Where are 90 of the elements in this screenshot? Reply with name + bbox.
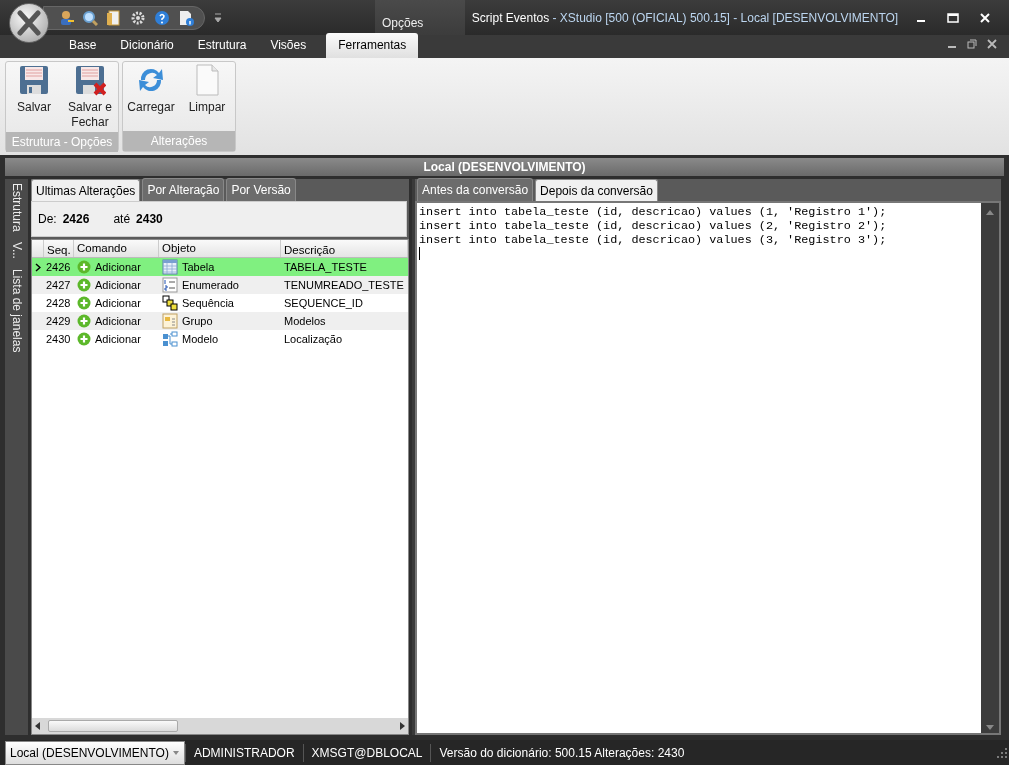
table-cell-text: Adicionar	[95, 277, 141, 293]
table-cell-text: Adicionar	[95, 331, 141, 347]
add-icon	[77, 296, 91, 310]
user-key-icon[interactable]	[58, 9, 74, 26]
table-row[interactable]: 2428 Adicionar Sequência SEQUENCE_ID	[32, 294, 408, 312]
ribbon-button[interactable]: Salvar e Fechar	[62, 62, 118, 132]
ribbon-group-label: Estrutura - Opções	[6, 132, 118, 152]
add-icon	[77, 332, 91, 346]
resize-grip-icon[interactable]	[995, 745, 1009, 760]
table-cell-text: Grupo	[182, 313, 213, 329]
ribbon-tab[interactable]: Estrutura	[185, 33, 259, 58]
table-row[interactable]: 2427 Adicionar Enumerado TENUMREADO_TESTE	[32, 276, 408, 294]
table-icon	[162, 259, 178, 275]
text-cursor	[419, 247, 420, 260]
add-icon	[77, 314, 91, 328]
search-icon[interactable]	[82, 9, 98, 26]
table-cell-text: Localização	[283, 331, 344, 347]
folder-list-icon	[162, 313, 178, 329]
table-cell-text: Modelos	[283, 313, 327, 329]
tab[interactable]: Depois da conversão	[535, 179, 658, 201]
numbered-list-icon	[162, 277, 178, 293]
horizontal-scrollbar[interactable]	[32, 718, 408, 734]
status-database: XMSGT@DBLOCAL	[302, 743, 431, 762]
column-header[interactable]: Descrição	[281, 240, 408, 257]
status-info: Versão do dicionário: 500.15 Alterações: 2430	[430, 743, 693, 762]
table-cell-text: Adicionar	[95, 295, 141, 311]
floppy-disk-x-icon	[74, 64, 106, 96]
table-row[interactable]: 2430 Adicionar Modelo Localização	[32, 330, 408, 348]
side-tab[interactable]: V...	[7, 241, 26, 259]
code-line: insert into tabela_teste (id, descricao) values (3, 'Registro 3');	[419, 233, 888, 247]
range-label: De:	[38, 211, 57, 228]
tab[interactable]: Por Alteração	[142, 178, 225, 201]
range-label: até	[113, 211, 131, 228]
window-title: Script Eventos - XStudio [500 (OFICIAL) 500.15] - Local [DESENVOLVIMENTO]	[470, 9, 900, 27]
ribbon-tab[interactable]: Visões	[258, 33, 319, 58]
add-icon	[77, 278, 91, 292]
document-icon[interactable]	[106, 9, 122, 26]
add-icon	[77, 260, 91, 274]
table-cell-text: SEQUENCE_ID	[283, 295, 364, 311]
table-cell-text: Modelo	[182, 331, 219, 347]
dropdown-caret-icon	[171, 749, 180, 756]
table-cell-text: TABELA_TESTE	[283, 259, 368, 275]
code-line: insert into tabela_teste (id, descricao) values (2, 'Registro 2');	[419, 219, 888, 233]
table-cell-text: Adicionar	[95, 313, 141, 329]
table-cell-text: TENUMREADO_TESTE	[283, 277, 405, 293]
table-cell-text: Enumerado	[182, 277, 239, 293]
diagram-icon	[162, 331, 178, 347]
column-header[interactable]: Comando	[74, 240, 159, 257]
ribbon-group-label: Alterações	[123, 131, 235, 151]
help-icon[interactable]	[154, 9, 170, 26]
x-logo-icon	[16, 9, 42, 36]
ribbon-tab[interactable]: Ferramentas	[326, 33, 419, 58]
status-user: ADMINISTRADOR	[184, 743, 303, 762]
table-row[interactable]: 2426 Adicionar Tabela TABELA_TESTE	[32, 258, 408, 276]
table-cell-text: 2428	[45, 295, 72, 311]
ribbon-button[interactable]: Carregar	[123, 62, 179, 131]
panel-title: Local (DESENVOLVIMENTO)	[5, 158, 1004, 176]
table-cell-text: 2429	[45, 313, 72, 329]
table-cell-text: Tabela	[182, 259, 215, 275]
gear-icon[interactable]	[130, 9, 146, 26]
range-value: 2426	[62, 211, 90, 228]
table-cell-text: 2430	[45, 331, 72, 347]
ribbon-tab[interactable]: Dicionário	[108, 33, 186, 58]
app-menu-button[interactable]	[9, 2, 49, 43]
side-tab[interactable]: Estrutura	[7, 183, 26, 232]
restore-icon[interactable]	[967, 38, 977, 49]
code-line: insert into tabela_teste (id, descricao) values (1, 'Registro 1');	[419, 205, 888, 219]
tab[interactable]: Antes da conversão	[417, 178, 534, 201]
table-cell-text: Adicionar	[95, 259, 141, 275]
numbered-blocks-icon	[162, 295, 178, 311]
range-value: 2430	[136, 211, 163, 228]
column-header[interactable]: Objeto	[159, 240, 281, 257]
ribbon-button[interactable]: Salvar	[6, 62, 62, 132]
side-tab[interactable]: Lista de janelas	[7, 268, 26, 352]
ribbon-tab[interactable]: Base	[57, 33, 109, 58]
tab[interactable]: Por Versão	[226, 178, 296, 201]
document-info-icon[interactable]	[178, 9, 194, 26]
customize-toolbar-icon[interactable]	[213, 11, 223, 24]
close-icon[interactable]	[987, 38, 997, 49]
column-header[interactable]: Seq.	[44, 240, 74, 257]
table-row[interactable]: 2429 Adicionar Grupo Modelos	[32, 312, 408, 330]
table-cell-text: 2427	[45, 277, 72, 293]
tab[interactable]: Ultimas Alterações	[31, 179, 141, 201]
table-cell-text: 2426	[45, 259, 72, 275]
table-cell-text: Sequência	[182, 295, 234, 311]
connection-dropdown[interactable]: Local (DESENVOLVIMENTO)	[5, 740, 185, 765]
ribbon-button[interactable]: Limpar	[179, 62, 235, 131]
current-row-icon	[35, 262, 41, 272]
vertical-scrollbar[interactable]	[981, 203, 999, 733]
contextual-tab-group-label: Opções	[375, 0, 465, 35]
